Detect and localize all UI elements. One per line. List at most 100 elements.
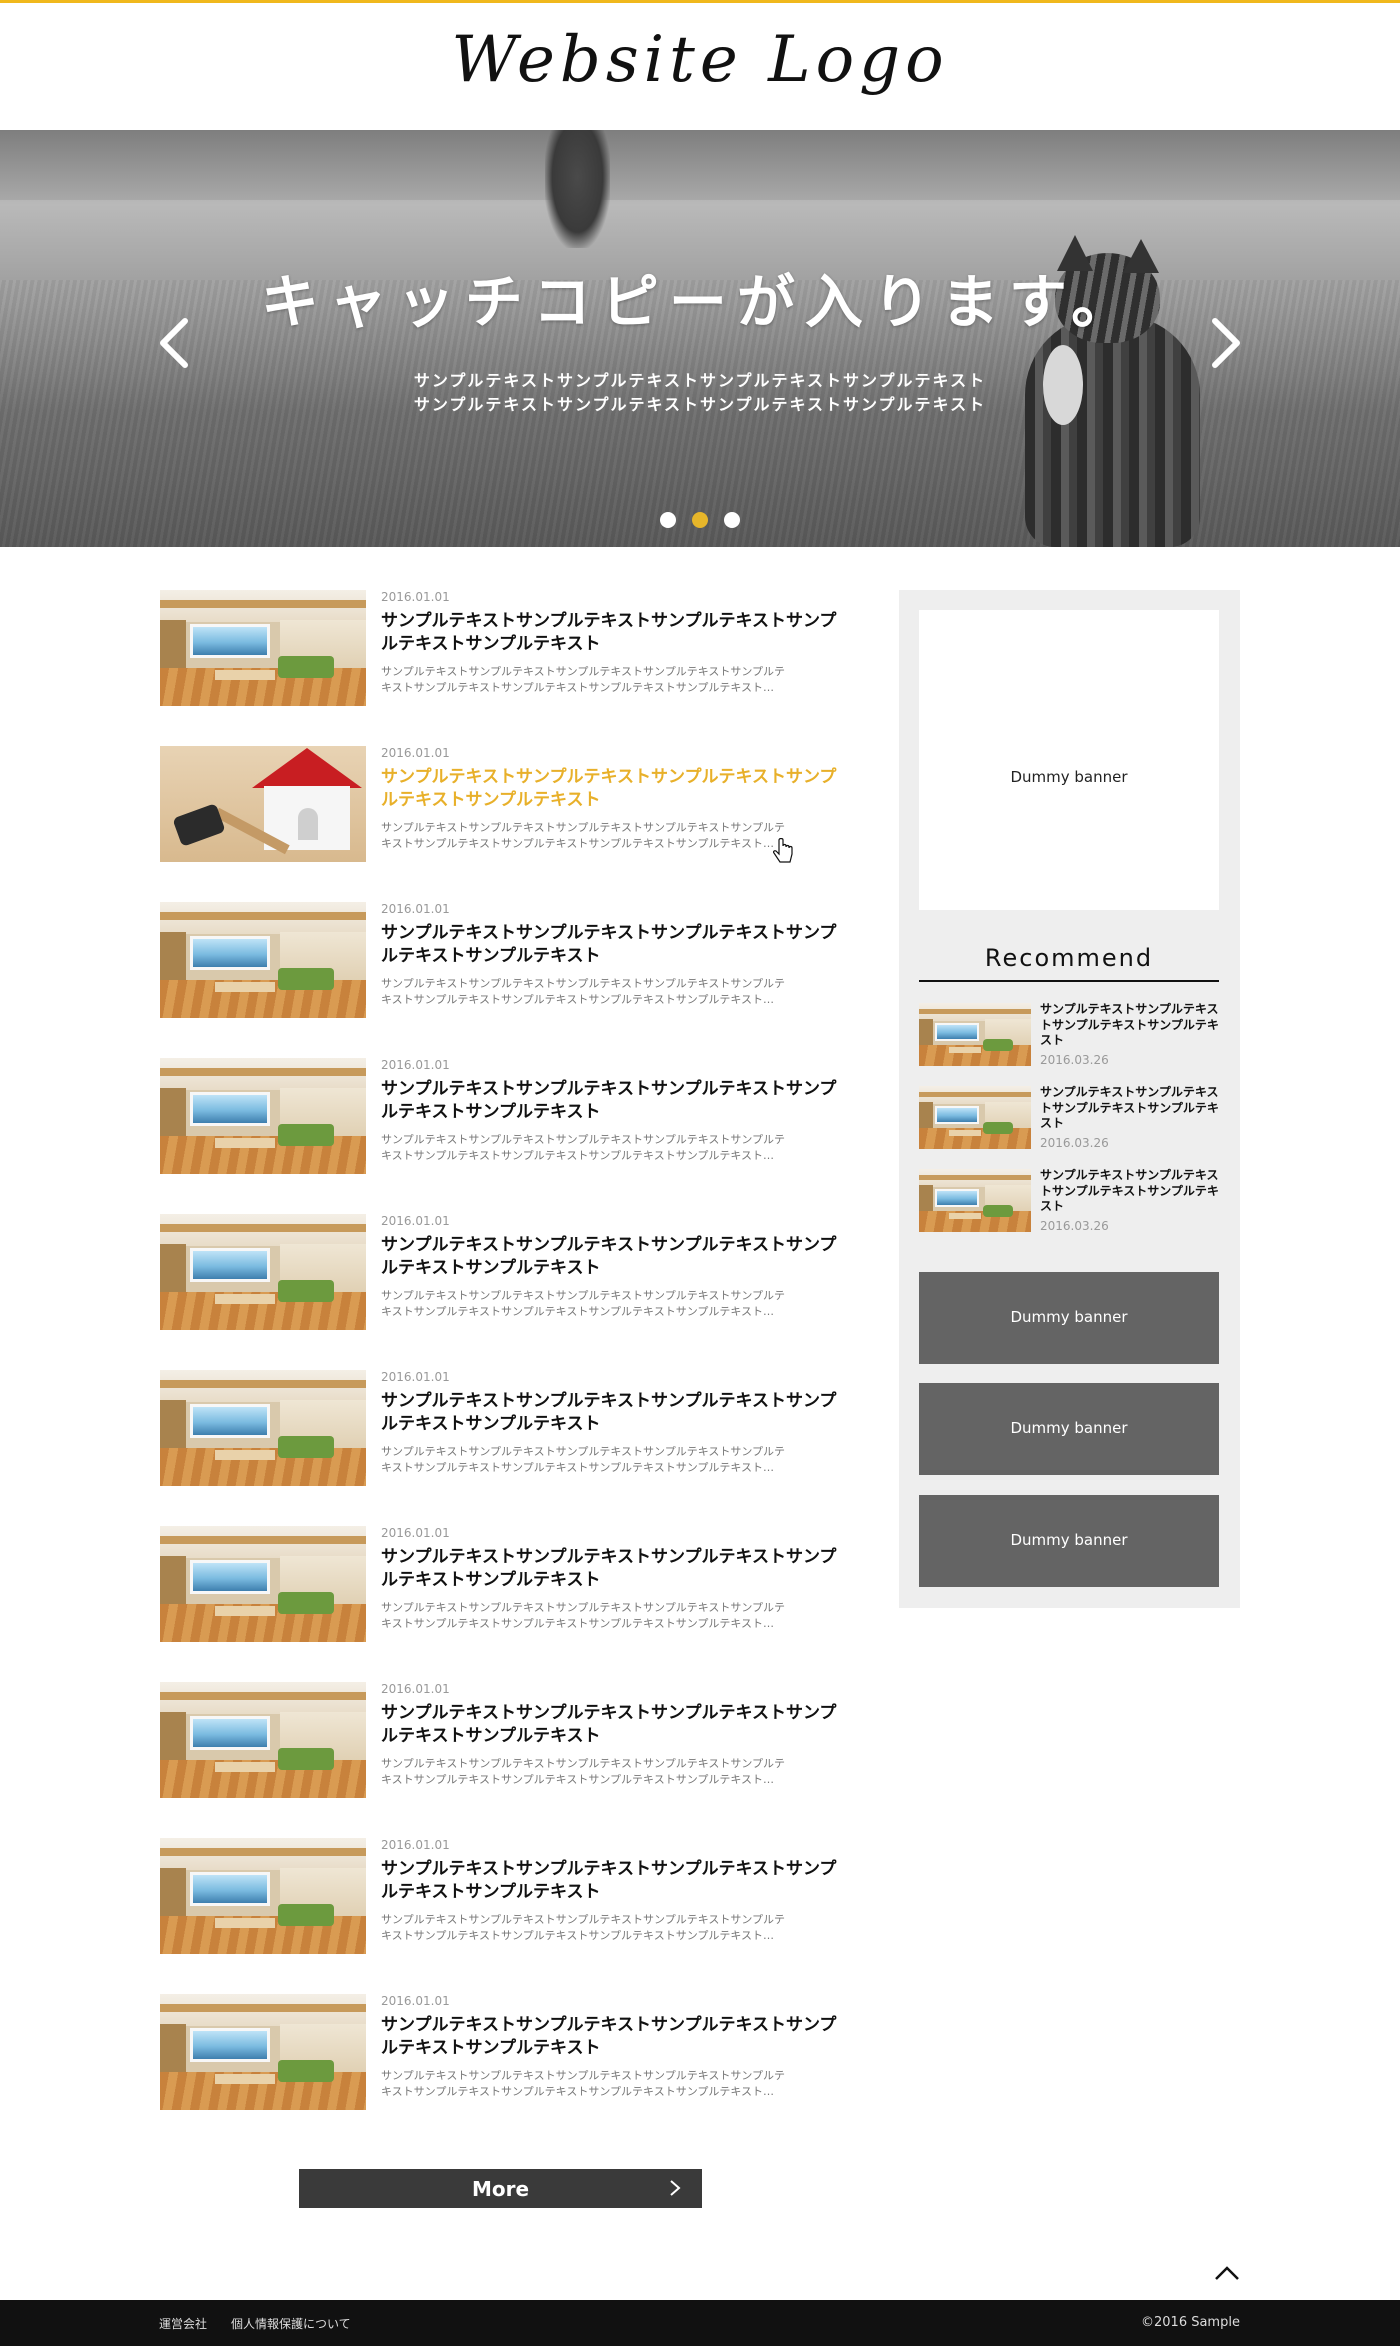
chevron-right-icon xyxy=(1212,318,1240,368)
recommend-thumbnail[interactable] xyxy=(919,1086,1031,1149)
post-excerpt-line-1: サンプルテキストサンプルテキストサンプルテキストサンプルテキストサンプルテ xyxy=(381,1133,786,1146)
post-excerpt-line-1: サンプルテキストサンプルテキストサンプルテキストサンプルテキストサンプルテ xyxy=(381,1913,786,1926)
recommend-item[interactable]: サンプルテキストサンプルテキストサンプルテキストサンプルテキスト 2016.03.… xyxy=(919,1168,1219,1235)
banner-label: Dummy banner xyxy=(1010,1419,1128,1437)
post-date: 2016.01.01 xyxy=(381,1994,450,2008)
site-header: Website Logo xyxy=(0,3,1400,130)
hero-cat-distant xyxy=(545,130,610,248)
post-excerpt: サンプルテキストサンプルテキストサンプルテキストサンプルテキストサンプルテ キスト… xyxy=(381,2068,851,2100)
recommend-title[interactable]: サンプルテキストサンプルテキストサンプルテキストサンプルテキスト xyxy=(1040,1002,1219,1049)
post-title[interactable]: サンプルテキストサンプルテキストサンプルテキストサンプルテキストサンプルテキスト xyxy=(381,1234,851,1280)
recommend-date: 2016.03.26 xyxy=(1040,1053,1109,1067)
recommend-thumbnail[interactable] xyxy=(919,1003,1031,1066)
post-date: 2016.01.01 xyxy=(381,1526,450,1540)
hand-cursor-icon xyxy=(773,838,793,863)
hero-subtext-line-2: サンプルテキストサンプルテキストサンプルテキストサンプルテキスト xyxy=(413,395,987,414)
recommend-heading: Recommend xyxy=(984,944,1154,972)
post-item[interactable]: 2016.01.01 サンプルテキストサンプルテキストサンプルテキストサンプルテキ… xyxy=(160,1682,850,1802)
sidebar: Dummy banner Recommend サンプルテキストサンプルテキストサ… xyxy=(899,590,1240,1608)
post-item[interactable]: 2016.01.01 サンプルテキストサンプルテキストサンプルテキストサンプルテキ… xyxy=(160,1526,850,1646)
hero-slider: キャッチコピーが入ります。 サンプルテキストサンプルテキストサンプルテキストサン… xyxy=(0,130,1400,547)
post-title[interactable]: サンプルテキストサンプルテキストサンプルテキストサンプルテキストサンプルテキスト xyxy=(381,1702,851,1748)
post-excerpt: サンプルテキストサンプルテキストサンプルテキストサンプルテキストサンプルテ キスト… xyxy=(381,1288,851,1320)
post-thumbnail[interactable] xyxy=(160,1682,366,1798)
post-title[interactable]: サンプルテキストサンプルテキストサンプルテキストサンプルテキストサンプルテキスト xyxy=(381,2014,851,2060)
page-top-button[interactable] xyxy=(1212,2262,1242,2284)
post-title[interactable]: サンプルテキストサンプルテキストサンプルテキストサンプルテキストサンプルテキスト xyxy=(381,922,851,968)
post-title[interactable]: サンプルテキストサンプルテキストサンプルテキストサンプルテキストサンプルテキスト xyxy=(381,610,851,656)
post-thumbnail[interactable] xyxy=(160,1838,366,1954)
slider-prev-button[interactable] xyxy=(155,313,195,373)
slider-dot-3[interactable] xyxy=(724,512,740,528)
post-thumbnail[interactable] xyxy=(160,746,366,862)
post-thumbnail[interactable] xyxy=(160,1058,366,1174)
post-title[interactable]: サンプルテキストサンプルテキストサンプルテキストサンプルテキストサンプルテキスト xyxy=(381,1078,851,1124)
banner-label: Dummy banner xyxy=(1010,1531,1128,1549)
post-excerpt-line-2: キストサンプルテキストサンプルテキストサンプルテキストサンプルテキスト… xyxy=(381,1773,775,1786)
post-item[interactable]: 2016.01.01 サンプルテキストサンプルテキストサンプルテキストサンプルテキ… xyxy=(160,746,850,866)
post-excerpt: サンプルテキストサンプルテキストサンプルテキストサンプルテキストサンプルテ キスト… xyxy=(381,976,851,1008)
post-item[interactable]: 2016.01.01 サンプルテキストサンプルテキストサンプルテキストサンプルテキ… xyxy=(160,590,850,710)
post-excerpt-line-1: サンプルテキストサンプルテキストサンプルテキストサンプルテキストサンプルテ xyxy=(381,1445,786,1458)
slider-pagination xyxy=(656,512,746,532)
slider-next-button[interactable] xyxy=(1205,313,1245,373)
post-excerpt-line-2: キストサンプルテキストサンプルテキストサンプルテキストサンプルテキスト… xyxy=(381,2085,775,2098)
sidebar-banner-3[interactable]: Dummy banner xyxy=(919,1495,1219,1587)
post-excerpt: サンプルテキストサンプルテキストサンプルテキストサンプルテキストサンプルテ キスト… xyxy=(381,1756,851,1788)
post-thumbnail[interactable] xyxy=(160,1370,366,1486)
recommend-date: 2016.03.26 xyxy=(1040,1219,1109,1233)
banner-label: Dummy banner xyxy=(1010,768,1128,786)
post-item[interactable]: 2016.01.01 サンプルテキストサンプルテキストサンプルテキストサンプルテキ… xyxy=(160,1370,850,1490)
recommend-title[interactable]: サンプルテキストサンプルテキストサンプルテキストサンプルテキスト xyxy=(1040,1168,1219,1215)
hero-catch-copy: キャッチコピーが入ります。 xyxy=(260,268,1140,336)
more-button[interactable]: More xyxy=(299,2169,702,2208)
post-item[interactable]: 2016.01.01 サンプルテキストサンプルテキストサンプルテキストサンプルテキ… xyxy=(160,1058,850,1178)
more-button-label: More xyxy=(471,2177,530,2201)
recommend-thumbnail[interactable] xyxy=(919,1169,1031,1232)
recommend-item[interactable]: サンプルテキストサンプルテキストサンプルテキストサンプルテキスト 2016.03.… xyxy=(919,1002,1219,1069)
post-date: 2016.01.01 xyxy=(381,1058,450,1072)
recommend-title[interactable]: サンプルテキストサンプルテキストサンプルテキストサンプルテキスト xyxy=(1040,1085,1219,1132)
post-item[interactable]: 2016.01.01 サンプルテキストサンプルテキストサンプルテキストサンプルテキ… xyxy=(160,1994,850,2114)
post-excerpt: サンプルテキストサンプルテキストサンプルテキストサンプルテキストサンプルテ キスト… xyxy=(381,1132,851,1164)
footer-link-company[interactable]: 運営会社 xyxy=(159,2315,207,2332)
post-excerpt-line-1: サンプルテキストサンプルテキストサンプルテキストサンプルテキストサンプルテ xyxy=(381,1757,786,1770)
chevron-left-icon xyxy=(160,318,188,368)
sidebar-banner-1[interactable]: Dummy banner xyxy=(919,1272,1219,1364)
post-item[interactable]: 2016.01.01 サンプルテキストサンプルテキストサンプルテキストサンプルテキ… xyxy=(160,1214,850,1334)
post-thumbnail[interactable] xyxy=(160,1994,366,2110)
post-title[interactable]: サンプルテキストサンプルテキストサンプルテキストサンプルテキストサンプルテキスト xyxy=(381,1390,851,1436)
post-date: 2016.01.01 xyxy=(381,1370,450,1384)
post-date: 2016.01.01 xyxy=(381,590,450,604)
post-item[interactable]: 2016.01.01 サンプルテキストサンプルテキストサンプルテキストサンプルテキ… xyxy=(160,1838,850,1958)
banner-label: Dummy banner xyxy=(1010,1308,1128,1326)
post-excerpt-line-1: サンプルテキストサンプルテキストサンプルテキストサンプルテキストサンプルテ xyxy=(381,821,786,834)
slider-dot-2[interactable] xyxy=(692,512,708,528)
post-excerpt-line-1: サンプルテキストサンプルテキストサンプルテキストサンプルテキストサンプルテ xyxy=(381,2069,786,2082)
site-footer: 運営会社 個人情報保護について ©2016 Sample xyxy=(0,2300,1400,2346)
post-title[interactable]: サンプルテキストサンプルテキストサンプルテキストサンプルテキストサンプルテキスト xyxy=(381,766,851,812)
post-thumbnail[interactable] xyxy=(160,902,366,1018)
post-title[interactable]: サンプルテキストサンプルテキストサンプルテキストサンプルテキストサンプルテキスト xyxy=(381,1546,851,1592)
slider-dot-1[interactable] xyxy=(660,512,676,528)
hero-subtext-line-1: サンプルテキストサンプルテキストサンプルテキストサンプルテキスト xyxy=(413,371,987,390)
post-item[interactable]: 2016.01.01 サンプルテキストサンプルテキストサンプルテキストサンプルテキ… xyxy=(160,902,850,1022)
post-date: 2016.01.01 xyxy=(381,1682,450,1696)
sidebar-top-banner[interactable]: Dummy banner xyxy=(919,610,1219,910)
post-excerpt-line-1: サンプルテキストサンプルテキストサンプルテキストサンプルテキストサンプルテ xyxy=(381,977,786,990)
post-thumbnail[interactable] xyxy=(160,1526,366,1642)
recommend-item[interactable]: サンプルテキストサンプルテキストサンプルテキストサンプルテキスト 2016.03.… xyxy=(919,1085,1219,1152)
post-excerpt-line-2: キストサンプルテキストサンプルテキストサンプルテキストサンプルテキスト… xyxy=(381,681,775,694)
post-excerpt-line-2: キストサンプルテキストサンプルテキストサンプルテキストサンプルテキスト… xyxy=(381,1617,775,1630)
footer-link-privacy[interactable]: 個人情報保護について xyxy=(231,2315,351,2332)
post-date: 2016.01.01 xyxy=(381,746,450,760)
chevron-up-icon xyxy=(1215,2266,1239,2280)
post-excerpt: サンプルテキストサンプルテキストサンプルテキストサンプルテキストサンプルテ キスト… xyxy=(381,1444,851,1476)
sidebar-banner-2[interactable]: Dummy banner xyxy=(919,1383,1219,1475)
site-logo[interactable]: Website Logo xyxy=(0,23,1400,97)
post-excerpt-line-2: キストサンプルテキストサンプルテキストサンプルテキストサンプルテキスト… xyxy=(381,1305,775,1318)
post-thumbnail[interactable] xyxy=(160,1214,366,1330)
post-excerpt: サンプルテキストサンプルテキストサンプルテキストサンプルテキストサンプルテ キスト… xyxy=(381,1912,851,1944)
post-thumbnail[interactable] xyxy=(160,590,366,706)
post-title[interactable]: サンプルテキストサンプルテキストサンプルテキストサンプルテキストサンプルテキスト xyxy=(381,1858,851,1904)
